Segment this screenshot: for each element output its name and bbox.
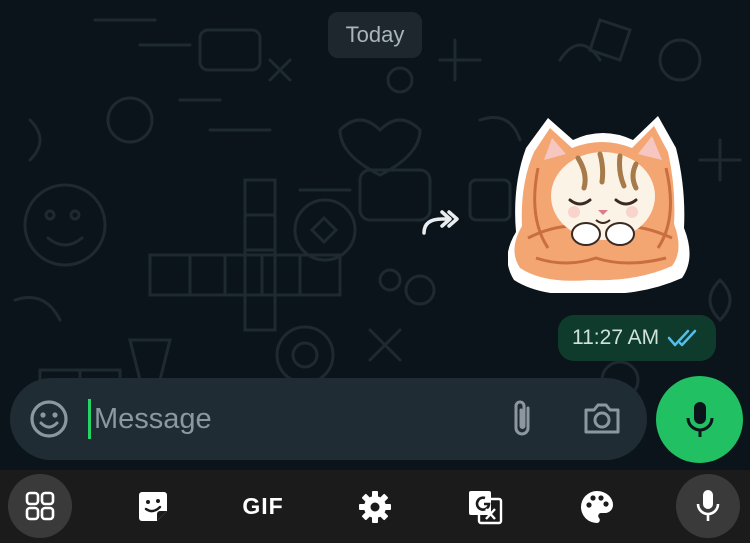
apps-grid-button[interactable] — [8, 474, 72, 538]
translate-button[interactable] — [448, 470, 522, 543]
forward-arrow-icon — [422, 210, 459, 235]
theme-button[interactable] — [560, 470, 634, 543]
sticker-icon — [139, 491, 167, 521]
settings-button[interactable] — [338, 470, 412, 543]
date-divider: Today — [328, 12, 422, 58]
message-input[interactable] — [94, 395, 474, 443]
message-meta-bubble[interactable]: 11:27 AM — [558, 315, 716, 361]
apps-grid-icon — [25, 491, 55, 521]
paperclip-icon[interactable] — [506, 398, 538, 440]
microphone-icon — [696, 490, 720, 521]
gif-button[interactable]: GIF — [226, 470, 300, 543]
cat-in-blanket-sticker[interactable] — [508, 108, 698, 293]
microphone-icon — [686, 401, 713, 437]
message-time: 11:27 AM — [572, 326, 660, 349]
emoji-icon[interactable] — [28, 398, 70, 440]
palette-icon — [581, 490, 613, 523]
text-caret — [88, 399, 91, 439]
message-composer — [10, 378, 647, 460]
gear-icon — [359, 490, 391, 523]
voice-typing-button[interactable] — [676, 474, 740, 538]
gif-label: GIF — [242, 493, 284, 519]
translate-icon — [469, 490, 503, 524]
keyboard-toolbar: GIF — [0, 470, 750, 543]
camera-icon[interactable] — [582, 400, 622, 438]
sticker-button[interactable] — [116, 470, 190, 543]
forward-button[interactable] — [412, 200, 468, 244]
double-check-read-icon — [667, 329, 697, 347]
voice-record-button[interactable] — [656, 376, 743, 463]
